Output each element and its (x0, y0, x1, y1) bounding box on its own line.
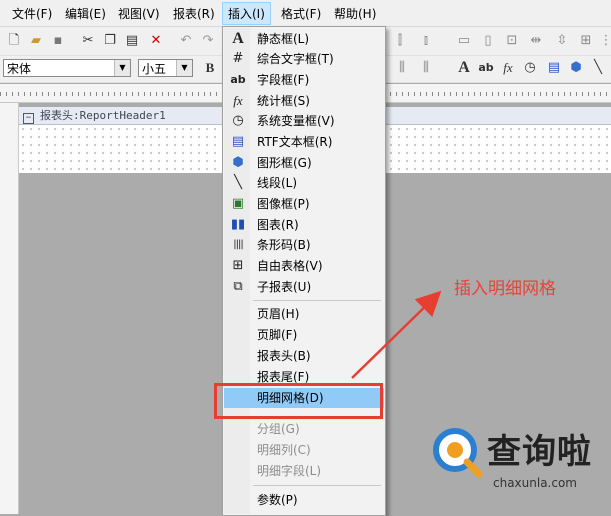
search-logo-icon (433, 428, 483, 478)
annotation-text: 插入明细网格 (454, 279, 556, 299)
watermark: 查询啦 chaxunla.com (427, 424, 611, 514)
watermark-url: chaxunla.com (493, 476, 577, 490)
watermark-brand: 查询啦 (487, 432, 592, 472)
